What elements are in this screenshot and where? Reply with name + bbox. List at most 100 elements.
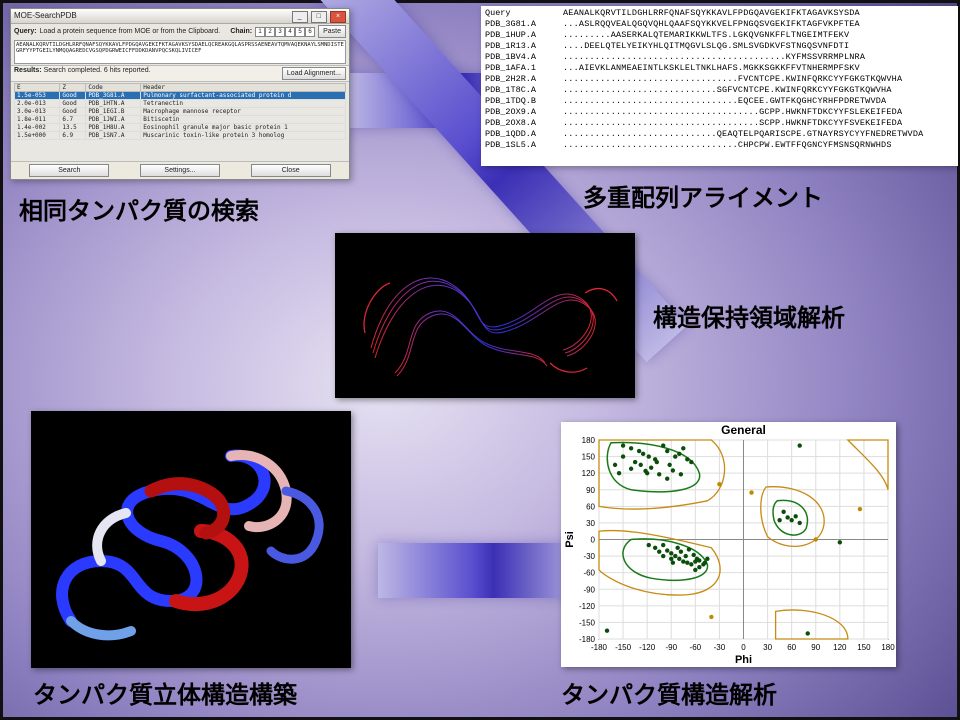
svg-text:0: 0 [591, 536, 596, 545]
col-code[interactable]: Code [86, 84, 141, 92]
caption-analysis: タンパク質構造解析 [561, 675, 777, 710]
load-alignment-button[interactable]: Load Alignment... [282, 67, 346, 80]
close-window-button[interactable]: × [330, 11, 346, 23]
alignment-row-seq: .....................................SCP… [563, 118, 902, 129]
alignment-row-name: PDB_2OX8.A [485, 118, 563, 129]
alignment-row-name: PDB_1HUP.A [485, 30, 563, 41]
svg-text:Phi: Phi [735, 654, 752, 666]
alignment-row: PDB_2OX8.A..............................… [485, 118, 954, 129]
alignment-row: PDB_1T8C.A.............................S… [485, 85, 954, 96]
table-row[interactable]: 1.5e+0006.9PDB_1SN7.AMuscarinic toxin-li… [15, 132, 346, 140]
alignment-row-name: PDB_1R13.A [485, 41, 563, 52]
window-titlebar: MOE-SearchPDB _ □ × [11, 9, 349, 24]
svg-text:Psi: Psi [564, 531, 576, 548]
sequence-box[interactable]: AEANALKQRVTILDGHLRRFQNAFSQYKKAVLFPDGQAVG… [14, 40, 346, 64]
table-row[interactable]: 3.0e-013GoodPDB_1EGI.BMacrophage mannose… [15, 108, 346, 116]
alignment-row: PDB_1R13.A....DEELQTELYEIKYHLQITMQGVLSLQ… [485, 41, 954, 52]
table-row[interactable]: 1.8e-0116.7PDB_1JWI.ABitiscetin [15, 116, 346, 124]
settings-button[interactable]: Settings... [140, 164, 220, 177]
table-row[interactable]: 1.5e-053GoodPDB_3G81.APulmonary surfacta… [15, 92, 346, 100]
table-header-row: E Z Code Header [15, 84, 346, 92]
alignment-row-seq: ....DEELQTELYEIKYHLQITMQGVLSLQG.SMLSVGDK… [563, 41, 849, 52]
window-title: MOE-SearchPDB [14, 9, 77, 23]
svg-text:0: 0 [741, 643, 746, 652]
ramachandran-panel: -180-150-120-90-60-300306090120150180-18… [561, 422, 896, 667]
results-label: Results: [14, 67, 42, 74]
alignment-query-seq: AEANALKQRVTILDGHLRRFQNAFSQYKKAVLFPDGQAVG… [563, 8, 860, 19]
chain-5[interactable]: 5 [295, 27, 305, 37]
alignment-row: PDB_1HUP.A.........AASERKALQTEMARIKKWLTF… [485, 30, 954, 41]
alignment-row: PDB_1BV4.A..............................… [485, 52, 954, 63]
alignment-query-row: Query AEANALKQRVTILDGHLRRFQNAFSQYKKAVLFP… [485, 8, 954, 19]
alignment-panel: Query AEANALKQRVTILDGHLRRFQNAFSQYKKAVLFP… [481, 6, 958, 166]
search-button[interactable]: Search [29, 164, 109, 177]
svg-text:-180: -180 [591, 643, 608, 652]
chain-4[interactable]: 4 [285, 27, 295, 37]
alignment-row-name: PDB_1SL5.A [485, 140, 563, 151]
chain-selector[interactable]: 123456 [255, 27, 315, 37]
slide-stage: MOE-SearchPDB _ □ × Query: Load a protei… [0, 0, 960, 720]
alignment-row-seq: .........AASERKALQTEMARIKKWLTFS.LGKQVGNK… [563, 30, 849, 41]
alignment-row-name: PDB_2H2R.A [485, 74, 563, 85]
svg-text:-120: -120 [579, 602, 596, 611]
results-bar: Results: Search completed. 6 hits report… [11, 65, 349, 82]
alignment-row-seq: .....................................GCP… [563, 107, 902, 118]
svg-text:-180: -180 [579, 635, 596, 644]
chain-2[interactable]: 2 [265, 27, 275, 37]
caption-conserved: 構造保持領域解析 [653, 298, 845, 333]
svg-text:60: 60 [787, 643, 796, 652]
query-label: Query: [14, 28, 37, 35]
alignment-row-seq: ........................................… [563, 52, 865, 63]
alignment-row-seq: .............................QEAQTELPQAR… [563, 129, 923, 140]
alignment-row-name: PDB_3G81.A [485, 19, 563, 30]
alignment-row-name: PDB_2OX9.A [485, 107, 563, 118]
search-pdb-window: MOE-SearchPDB _ □ × Query: Load a protei… [10, 8, 350, 180]
alignment-row-seq: .................................CHPCPW.… [563, 140, 892, 151]
caption-build: タンパク質立体構造構築 [33, 675, 297, 710]
flow-connector-bottom [378, 543, 588, 598]
svg-text:-150: -150 [615, 643, 632, 652]
svg-text:150: 150 [582, 453, 596, 462]
window-buttons: _ □ × [291, 9, 346, 23]
alignment-row: PDB_1SL5.A..............................… [485, 140, 954, 151]
svg-text:-30: -30 [583, 552, 595, 561]
query-row: Query: Load a protein sequence from MOE … [11, 24, 349, 39]
svg-text:-60: -60 [690, 643, 702, 652]
alignment-row: PDB_2OX9.A..............................… [485, 107, 954, 118]
backbone-overlay-panel [335, 233, 635, 398]
close-button[interactable]: Close [251, 164, 331, 177]
alignment-row-name: PDB_1AFA.1 [485, 63, 563, 74]
maximize-button[interactable]: □ [311, 11, 327, 23]
query-hint: Load a protein sequence from MOE or from… [40, 28, 228, 35]
results-message: Search completed. 6 hits reported. [44, 67, 151, 74]
svg-text:120: 120 [833, 643, 847, 652]
chain-1[interactable]: 1 [255, 27, 265, 37]
svg-text:30: 30 [763, 643, 772, 652]
alignment-row: PDB_1AFA.1...AIEVKLANMEAEINTLKSKLELTNKLH… [485, 63, 954, 74]
svg-text:30: 30 [586, 519, 595, 528]
alignment-row-seq: .................................FVCNTCP… [563, 74, 902, 85]
table-row[interactable]: 2.0e-013GoodPDB_1HTN.ATetranectin [15, 100, 346, 108]
results-table: E Z Code Header 1.5e-053GoodPDB_3G81.APu… [14, 83, 346, 140]
alignment-row-seq: ...AIEVKLANMEAEINTLKSKLELTNKLHAFS.MGKKSG… [563, 63, 860, 74]
svg-text:-90: -90 [665, 643, 677, 652]
svg-text:120: 120 [582, 469, 596, 478]
chain-3[interactable]: 3 [275, 27, 285, 37]
alignment-row-seq: .............................SGFVCNTCPE.… [563, 85, 892, 96]
alignment-query-label: Query [485, 8, 563, 19]
svg-text:General: General [721, 423, 766, 437]
alignment-row-name: PDB_1BV4.A [485, 52, 563, 63]
svg-text:-150: -150 [579, 618, 596, 627]
col-header[interactable]: Header [141, 84, 346, 92]
svg-text:-90: -90 [583, 585, 595, 594]
svg-text:-60: -60 [583, 569, 595, 578]
col-e[interactable]: E [15, 84, 60, 92]
alignment-row: PDB_1QDD.A.............................Q… [485, 129, 954, 140]
paste-button[interactable]: Paste [318, 25, 346, 38]
minimize-button[interactable]: _ [292, 11, 308, 23]
col-z[interactable]: Z [60, 84, 86, 92]
table-row[interactable]: 1.4e-00213.5PDB_1H8U.AEosinophil granule… [15, 124, 346, 132]
alignment-row-name: PDB_1TDQ.B [485, 96, 563, 107]
svg-text:90: 90 [811, 643, 820, 652]
chain-6[interactable]: 6 [305, 27, 315, 37]
